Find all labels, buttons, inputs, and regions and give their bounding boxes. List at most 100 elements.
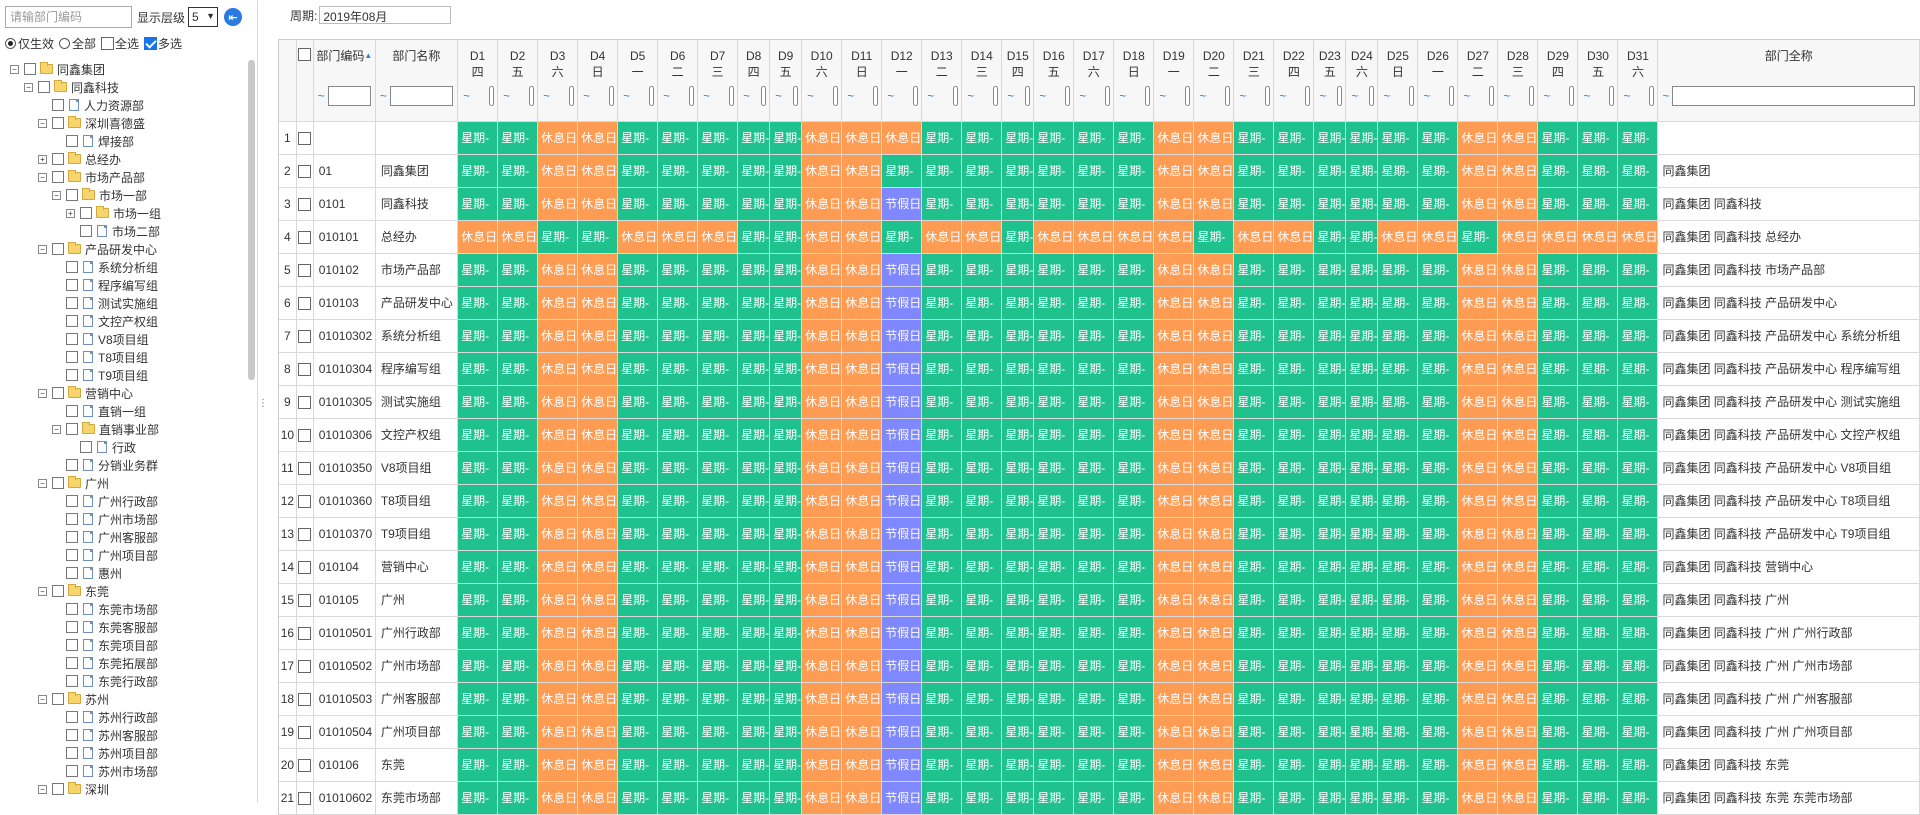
day-cell[interactable]: 星期- bbox=[1377, 286, 1419, 320]
day-cell[interactable]: 星期- bbox=[1233, 154, 1275, 188]
day-cell[interactable]: 休息日 bbox=[1153, 385, 1195, 419]
day-cell[interactable]: 星期- bbox=[1617, 319, 1659, 353]
day-cell[interactable]: 星期- bbox=[697, 319, 739, 353]
day-cell[interactable]: 星期- bbox=[961, 715, 1003, 749]
day-cell[interactable]: 星期- bbox=[1001, 451, 1035, 485]
day-cell[interactable]: 星期- bbox=[1233, 715, 1275, 749]
expand-toggle-icon[interactable]: + bbox=[66, 208, 75, 218]
day-cell[interactable]: 休息日 bbox=[801, 286, 843, 320]
tree-node-checkbox[interactable] bbox=[66, 333, 78, 345]
day-cell[interactable]: 休息日 bbox=[1497, 484, 1539, 518]
day-cell[interactable]: 星期- bbox=[1233, 319, 1275, 353]
day-cell[interactable]: 星期- bbox=[1001, 352, 1035, 386]
day-cell[interactable]: 星期- bbox=[1113, 385, 1155, 419]
day-cell[interactable]: 星期- bbox=[921, 319, 963, 353]
day-filter-input[interactable] bbox=[1105, 86, 1111, 106]
tree-node-checkbox[interactable] bbox=[52, 99, 64, 111]
day-cell[interactable]: 休息日 bbox=[841, 253, 883, 287]
day-cell[interactable]: 休息日 bbox=[577, 352, 619, 386]
day-cell[interactable]: 星期- bbox=[1617, 352, 1659, 386]
day-cell[interactable]: 星期- bbox=[769, 187, 803, 221]
day-cell[interactable]: 星期- bbox=[1577, 385, 1619, 419]
day-filter-input[interactable] bbox=[1225, 86, 1231, 106]
row-checkbox[interactable] bbox=[298, 428, 312, 442]
day-cell[interactable]: 星期- bbox=[617, 319, 659, 353]
day-cell[interactable]: 休息日 bbox=[961, 220, 1003, 254]
day-cell[interactable]: 星期- bbox=[1001, 286, 1035, 320]
day-cell[interactable]: 星期- bbox=[1113, 418, 1155, 452]
day-cell[interactable]: 休息日 bbox=[841, 682, 883, 716]
day-cell[interactable]: 星期- bbox=[457, 748, 499, 782]
day-cell[interactable]: 休息日 bbox=[1497, 682, 1539, 716]
day-cell[interactable]: 星期- bbox=[1417, 451, 1459, 485]
day-cell[interactable]: 休息日 bbox=[1497, 616, 1539, 650]
day-cell[interactable]: 星期- bbox=[921, 286, 963, 320]
day-cell[interactable]: 休息日 bbox=[801, 583, 843, 617]
day-cell[interactable]: 星期- bbox=[497, 154, 539, 188]
day-cell[interactable]: 星期- bbox=[1273, 781, 1315, 815]
day-cell[interactable]: 星期- bbox=[1001, 319, 1035, 353]
day-cell[interactable]: 星期- bbox=[1233, 748, 1275, 782]
row-select-cell[interactable] bbox=[296, 550, 314, 584]
day-cell[interactable]: 星期- bbox=[1377, 352, 1419, 386]
tree-node-checkbox[interactable] bbox=[52, 243, 64, 255]
day-cell[interactable]: 星期- bbox=[617, 253, 659, 287]
table-row[interactable]: 18 01010503 广州客服部 星期- 星期- 休息日 休息日 星期- 星期- 星期- 星期- 星… bbox=[279, 682, 1920, 716]
day-cell[interactable]: 星期- bbox=[1345, 220, 1379, 254]
day-cell[interactable]: 星期- bbox=[1073, 418, 1115, 452]
day-cell[interactable]: 星期- bbox=[1345, 187, 1379, 221]
day-cell[interactable]: 休息日 bbox=[577, 418, 619, 452]
day-cell[interactable]: 星期- bbox=[1313, 451, 1347, 485]
day-cell[interactable]: 星期- bbox=[961, 517, 1003, 551]
day-cell[interactable]: 休息日 bbox=[577, 517, 619, 551]
day-cell[interactable]: 休息日 bbox=[577, 583, 619, 617]
day-cell[interactable]: 节假日 bbox=[881, 253, 923, 287]
day-cell[interactable]: 星期- bbox=[1577, 187, 1619, 221]
day-cell[interactable]: 星期- bbox=[1377, 517, 1419, 551]
day-cell[interactable]: 星期- bbox=[1417, 748, 1459, 782]
day-cell[interactable]: 休息日 bbox=[801, 385, 843, 419]
day-cell[interactable]: 星期- bbox=[1113, 319, 1155, 353]
day-cell[interactable]: 星期- bbox=[1577, 451, 1619, 485]
day-cell[interactable]: 星期- bbox=[1001, 583, 1035, 617]
collapse-toggle-icon[interactable]: − bbox=[38, 172, 47, 182]
radio-button[interactable] bbox=[5, 37, 16, 49]
day-cell[interactable]: 星期- bbox=[921, 781, 963, 815]
day-cell[interactable]: 节假日 bbox=[881, 748, 923, 782]
day-filter-input[interactable] bbox=[649, 86, 655, 106]
day-cell[interactable]: 星期- bbox=[1113, 484, 1155, 518]
day-filter-input[interactable] bbox=[1265, 86, 1271, 106]
day-cell[interactable]: 休息日 bbox=[1153, 583, 1195, 617]
day-cell[interactable]: 休息日 bbox=[577, 121, 619, 155]
day-filter-input[interactable] bbox=[689, 86, 695, 106]
day-cell[interactable]: 星期- bbox=[737, 682, 771, 716]
tree-node-checkbox[interactable] bbox=[66, 189, 78, 201]
day-filter-input[interactable] bbox=[529, 86, 535, 106]
day-cell[interactable]: 星期- bbox=[1033, 517, 1075, 551]
day-cell[interactable]: 星期- bbox=[1537, 616, 1579, 650]
day-cell[interactable]: 星期- bbox=[657, 418, 699, 452]
filter-option-3[interactable]: 多选 bbox=[144, 35, 182, 52]
tree-node[interactable]: − 广州 bbox=[10, 474, 246, 492]
row-checkbox[interactable] bbox=[298, 791, 312, 805]
day-cell[interactable]: 休息日 bbox=[1153, 154, 1195, 188]
table-row[interactable]: 9 01010305 测试实施组 星期- 星期- 休息日 休息日 星期- 星期- 星期- 星期- 星期… bbox=[279, 385, 1920, 419]
filter-mode-icon[interactable]: ~ bbox=[1463, 89, 1470, 103]
day-cell[interactable]: 星期- bbox=[1345, 484, 1379, 518]
day-cell[interactable]: 星期- bbox=[1577, 286, 1619, 320]
day-cell[interactable]: 星期- bbox=[1073, 451, 1115, 485]
day-cell[interactable]: 星期- bbox=[1001, 748, 1035, 782]
period-input[interactable]: 2019年08月 bbox=[319, 6, 452, 24]
day-cell[interactable]: 星期- bbox=[1537, 319, 1579, 353]
collapse-toggle-icon[interactable]: − bbox=[38, 244, 47, 254]
day-cell[interactable]: 星期- bbox=[1073, 253, 1115, 287]
filter-mode-icon[interactable]: ~ bbox=[1079, 89, 1086, 103]
day-filter-input[interactable] bbox=[993, 86, 999, 106]
tree-node-checkbox[interactable] bbox=[66, 423, 78, 435]
day-cell[interactable]: 休息日 bbox=[497, 220, 539, 254]
day-cell[interactable]: 休息日 bbox=[1193, 253, 1235, 287]
day-cell[interactable]: 星期- bbox=[1073, 748, 1115, 782]
day-cell[interactable]: 星期- bbox=[1233, 649, 1275, 683]
day-cell[interactable]: 星期- bbox=[497, 484, 539, 518]
tree-node-checkbox[interactable] bbox=[80, 225, 92, 237]
